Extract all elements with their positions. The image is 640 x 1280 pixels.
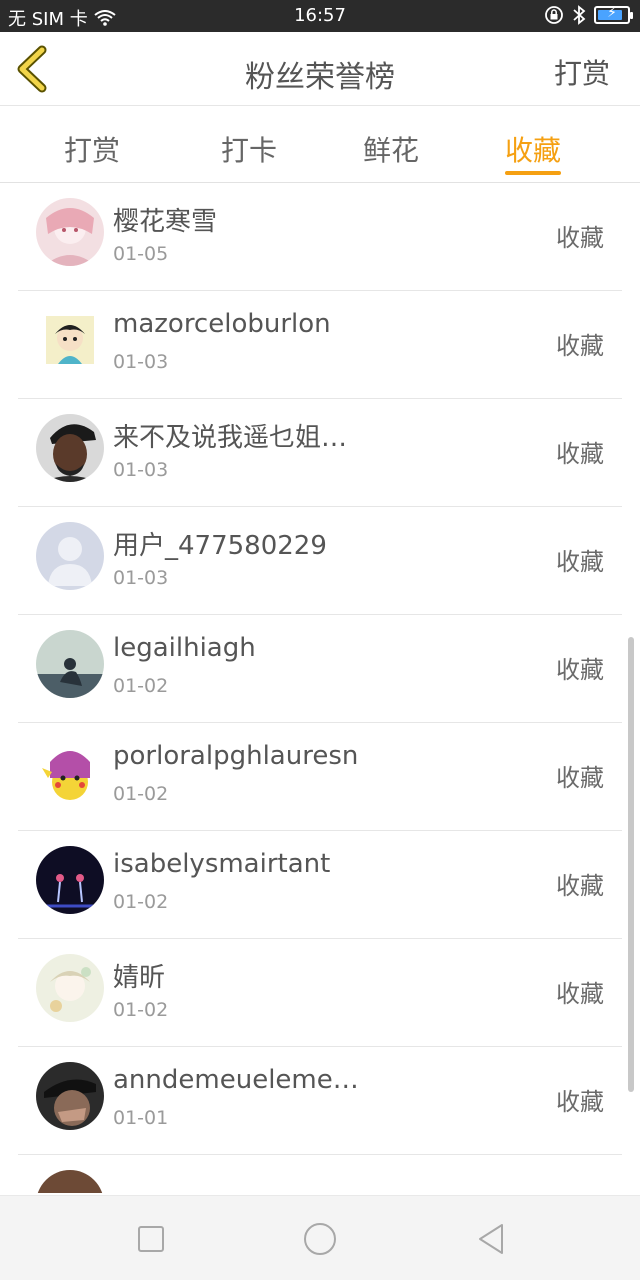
circle-icon[interactable] [302, 1221, 338, 1257]
item-type-label: 收藏 [556, 332, 604, 360]
tab-checkin[interactable]: 打卡 [199, 129, 299, 169]
list-item[interactable]: 樱花寒雪 01-05 收藏 [18, 183, 622, 291]
default-avatar-icon[interactable] [36, 522, 104, 590]
list-item[interactable]: 来不及说我遥乜姐… 01-03 收藏 [18, 399, 622, 507]
active-tab-indicator [505, 171, 561, 175]
user-name: 用户_477580229 [113, 531, 327, 561]
avatar[interactable] [36, 1170, 104, 1193]
user-name: legailhiagh [113, 633, 256, 663]
avatar[interactable] [36, 738, 104, 806]
list-item[interactable]: porloralpghlauresn 01-02 收藏 [18, 723, 622, 831]
user-name: isabelysmairtant [113, 849, 331, 879]
item-type-label: 收藏 [556, 764, 604, 792]
item-type-label: 收藏 [556, 1088, 604, 1116]
reward-button[interactable]: 打赏 [554, 52, 610, 92]
page-title: 粉丝荣誉榜 [245, 60, 395, 95]
status-bar: 无 SIM 卡 16:57 ⚡ [0, 0, 640, 32]
list-item[interactable]: isabelysmairtant 01-02 收藏 [18, 831, 622, 939]
avatar[interactable] [36, 1062, 104, 1130]
item-date: 01-01 [113, 1107, 169, 1129]
item-type-label: 收藏 [556, 872, 604, 900]
tab-reward[interactable]: 打赏 [42, 129, 142, 169]
tab-flowers[interactable]: 鲜花 [341, 129, 441, 169]
battery-charging-icon: ⚡ [594, 5, 633, 24]
user-name: porloralpghlauresn [113, 741, 359, 771]
avatar[interactable] [36, 846, 104, 914]
user-name: 来不及说我遥乜姐… [113, 423, 348, 453]
avatar[interactable] [36, 954, 104, 1022]
charging-bolt-icon: ⚡ [607, 5, 617, 21]
list-item[interactable] [18, 1155, 622, 1193]
list-scrollbar[interactable] [628, 637, 634, 1092]
item-date: 01-02 [113, 891, 169, 913]
user-name: mazorceloburlon [113, 309, 331, 339]
list-item[interactable]: 用户_477580229 01-03 收藏 [18, 507, 622, 615]
app-header: 粉丝荣誉榜 打赏 [0, 32, 640, 106]
avatar[interactable] [36, 630, 104, 698]
item-type-label: 收藏 [556, 224, 604, 252]
user-name: 樱花寒雪 [113, 207, 218, 237]
tab-favorites[interactable]: 收藏 [483, 129, 583, 169]
avatar[interactable] [36, 306, 104, 374]
item-date: 01-03 [113, 351, 169, 373]
fan-list: 樱花寒雪 01-05 收藏 mazorceloburlon 01-03 收藏 来… [0, 183, 640, 1193]
item-type-label: 收藏 [556, 980, 604, 1008]
item-date: 01-02 [113, 783, 169, 805]
system-nav-bar [0, 1195, 640, 1280]
user-name: anndemeuelemee… [113, 1065, 363, 1095]
item-date: 01-02 [113, 999, 169, 1021]
triangle-back-icon[interactable] [474, 1221, 510, 1257]
list-item[interactable]: mazorceloburlon 01-03 收藏 [18, 291, 622, 399]
avatar[interactable] [36, 198, 104, 266]
item-type-label: 收藏 [556, 656, 604, 684]
avatar[interactable] [36, 414, 104, 482]
item-date: 01-03 [113, 459, 169, 481]
item-date: 01-05 [113, 243, 169, 265]
item-date: 01-03 [113, 567, 169, 589]
list-item[interactable]: legailhiagh 01-02 收藏 [18, 615, 622, 723]
item-type-label: 收藏 [556, 548, 604, 576]
square-icon[interactable] [133, 1221, 169, 1257]
status-right: ⚡ [544, 5, 633, 25]
item-type-label: 收藏 [556, 440, 604, 468]
lock-rotation-icon [545, 6, 563, 24]
item-date: 01-02 [113, 675, 169, 697]
list-item[interactable]: 婧昕 01-02 收藏 [18, 939, 622, 1047]
bluetooth-icon [573, 5, 586, 25]
list-item[interactable]: anndemeuelemee… 01-01 收藏 [18, 1047, 622, 1155]
user-name: 婧昕 [113, 963, 166, 993]
